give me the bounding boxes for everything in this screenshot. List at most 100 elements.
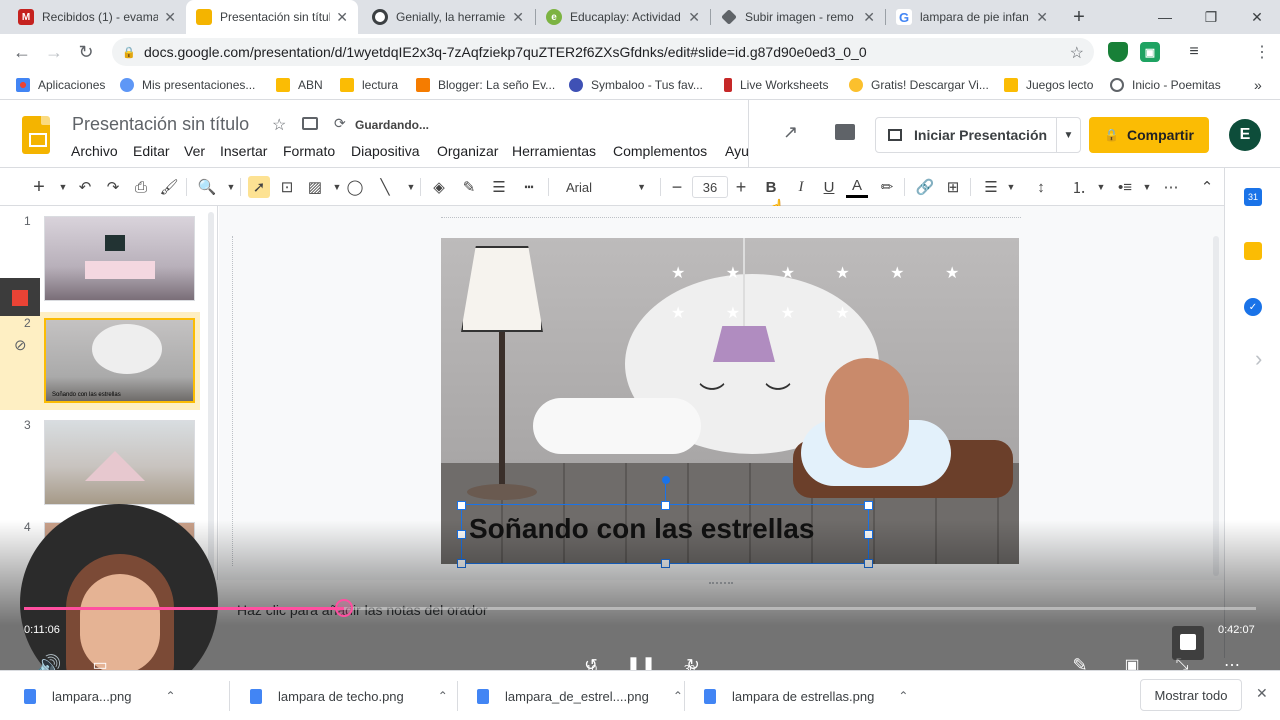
align-dropdown-icon[interactable]: ▼: [1000, 176, 1022, 198]
new-tab-button[interactable]: +: [1068, 6, 1090, 28]
chevron-up-icon[interactable]: ⌃: [673, 689, 683, 703]
border-dash-icon[interactable]: ┅: [518, 176, 540, 198]
zoom-dropdown-icon[interactable]: ▼: [220, 176, 242, 198]
move-folder-icon[interactable]: [302, 117, 318, 130]
menu-formato[interactable]: Formato: [283, 143, 335, 159]
bookmark-symbaloo[interactable]: Symbaloo - Tus fav...: [569, 76, 703, 94]
italic-icon[interactable]: I: [790, 176, 812, 198]
expand-panel-icon[interactable]: ›: [1255, 346, 1262, 372]
new-slide-dropdown-icon[interactable]: ▼: [52, 176, 74, 198]
decrease-font-size-icon[interactable]: −: [666, 176, 688, 198]
numbered-list-dropdown-icon[interactable]: ▼: [1090, 176, 1112, 198]
tab-google-search[interactable]: G lampara de pie infan ✕: [886, 0, 1058, 34]
collapse-toolbar-icon[interactable]: ⌃: [1196, 176, 1218, 198]
media-control-icon[interactable]: ≡: [1184, 42, 1204, 62]
slides-logo-icon[interactable]: [22, 116, 50, 154]
text-box-selection[interactable]: Soñando con las estrellas: [461, 504, 869, 564]
tab-gmail[interactable]: M Recibidos (1) - evama ✕: [8, 0, 186, 34]
slide-title-text[interactable]: Soñando con las estrellas: [469, 513, 814, 545]
select-cursor-icon[interactable]: ➚: [248, 176, 270, 198]
resize-handle[interactable]: [864, 530, 873, 539]
minimize-button[interactable]: —: [1142, 0, 1188, 34]
rotate-handle[interactable]: [662, 476, 670, 484]
download-item[interactable]: lampara de estrellas.png ⌃: [704, 685, 908, 707]
extension-icon[interactable]: ▣: [1140, 42, 1160, 62]
calendar-icon[interactable]: 31: [1244, 188, 1262, 206]
activity-trend-icon[interactable]: ↗: [783, 122, 798, 143]
zoom-icon[interactable]: 🔍: [196, 176, 218, 198]
resize-handle[interactable]: [661, 501, 670, 510]
text-box-icon[interactable]: ⊡: [276, 176, 298, 198]
close-icon[interactable]: ✕: [512, 9, 524, 26]
border-weight-icon[interactable]: ☰: [488, 176, 510, 198]
print-icon[interactable]: ⎙: [130, 176, 152, 198]
menu-herramientas[interactable]: Herramientas: [512, 143, 596, 159]
align-icon[interactable]: ☰: [980, 176, 1002, 198]
bookmark-gratis[interactable]: Gratis! Descargar Vi...: [849, 76, 989, 94]
line-dropdown-icon[interactable]: ▼: [400, 176, 422, 198]
image-icon[interactable]: ▨: [304, 176, 326, 198]
keep-icon[interactable]: [1244, 242, 1262, 260]
resize-handle[interactable]: [457, 530, 466, 539]
tab-remove-bg[interactable]: Subir imagen - remo ✕: [711, 0, 885, 34]
menu-insertar[interactable]: Insertar: [220, 143, 267, 159]
menu-archivo[interactable]: Archivo: [71, 143, 118, 159]
chevron-up-icon[interactable]: ⌃: [898, 689, 908, 703]
bookmark-poemitas[interactable]: Inicio - Poemitas: [1110, 76, 1221, 94]
bookmark-star-icon[interactable]: ☆: [1070, 43, 1084, 63]
bookmark-apps[interactable]: Aplicaciones: [16, 76, 105, 94]
present-dropdown-icon[interactable]: ▼: [1056, 118, 1080, 152]
bookmark-abn[interactable]: ABN: [276, 76, 323, 94]
shape-icon[interactable]: ◯: [344, 176, 366, 198]
account-avatar[interactable]: E: [1229, 119, 1261, 151]
underline-icon[interactable]: U: [818, 176, 840, 198]
speaker-notes[interactable]: Haz clic para añadir las notas del orado…: [219, 580, 1224, 660]
close-icon[interactable]: ✕: [336, 9, 348, 26]
bookmark-blogger[interactable]: Blogger: La seño Ev...: [416, 76, 555, 94]
menu-organizar[interactable]: Organizar: [437, 143, 498, 159]
border-color-icon[interactable]: ✎: [458, 176, 480, 198]
text-color-icon[interactable]: A: [846, 176, 868, 198]
download-item[interactable]: lampara_de_estrel....png ⌃: [477, 685, 683, 707]
close-icon[interactable]: ✕: [688, 9, 700, 26]
document-title[interactable]: Presentación sin título: [72, 114, 249, 135]
notes-drag-handle[interactable]: [709, 582, 733, 586]
show-all-downloads-button[interactable]: Mostrar todo: [1140, 679, 1242, 711]
line-spacing-icon[interactable]: ↕: [1030, 176, 1052, 198]
increase-font-size-icon[interactable]: +: [730, 176, 752, 198]
new-slide-icon[interactable]: +: [28, 176, 50, 198]
explore-button[interactable]: [1172, 626, 1204, 660]
more-bookmarks-icon[interactable]: »: [1254, 76, 1262, 94]
bold-icon[interactable]: B: [760, 176, 782, 198]
bookmark-lectura[interactable]: lectura: [340, 76, 398, 94]
more-menu-icon[interactable]: ⋮: [1250, 40, 1274, 64]
menu-complementos[interactable]: Complementos: [613, 143, 707, 159]
reload-button[interactable]: ↻: [74, 40, 98, 64]
insert-link-icon[interactable]: 🔗: [914, 176, 936, 198]
download-item[interactable]: lampara...png ⌃: [24, 685, 176, 707]
menu-ver[interactable]: Ver: [184, 143, 205, 159]
tab-slides[interactable]: Presentación sin títul ✕: [186, 0, 358, 34]
slide-2[interactable]: ︶︶ ★ ★ ★ ★ ★ ★ ★ ★ ★ ★ Soñando con las e…: [441, 238, 1019, 564]
highlight-color-icon[interactable]: ✏: [876, 176, 898, 198]
chevron-up-icon[interactable]: ⌃: [438, 689, 448, 703]
record-indicator[interactable]: [0, 278, 40, 316]
font-select[interactable]: Arial ▼: [556, 176, 656, 198]
bulleted-list-icon[interactable]: •≡: [1114, 176, 1136, 198]
tab-educaplay[interactable]: e Educaplay: Actividad ✕: [536, 0, 710, 34]
line-icon[interactable]: ╲: [374, 176, 396, 198]
close-icon[interactable]: ✕: [863, 9, 875, 26]
resize-handle[interactable]: [661, 559, 670, 568]
bookmark-mis-presentaciones[interactable]: Mis presentaciones...: [120, 76, 255, 94]
close-icon[interactable]: ✕: [164, 9, 176, 26]
address-bar[interactable]: 🔒 docs.google.com/presentation/d/1wyetdq…: [112, 38, 1094, 66]
present-button[interactable]: Iniciar Presentación ▼: [875, 117, 1081, 153]
add-comment-icon[interactable]: ⊞: [942, 176, 964, 198]
download-item[interactable]: lampara de techo.png ⌃: [250, 685, 448, 707]
slide-thumbnail-2[interactable]: Soñando con las estrellas: [44, 318, 195, 403]
restore-button[interactable]: ❐: [1188, 0, 1234, 34]
shield-extension-icon[interactable]: [1108, 42, 1128, 62]
menu-ayuda[interactable]: Ayu: [725, 143, 749, 159]
redo-icon[interactable]: ↷: [102, 176, 124, 198]
slide-thumbnail-1[interactable]: [44, 216, 195, 301]
